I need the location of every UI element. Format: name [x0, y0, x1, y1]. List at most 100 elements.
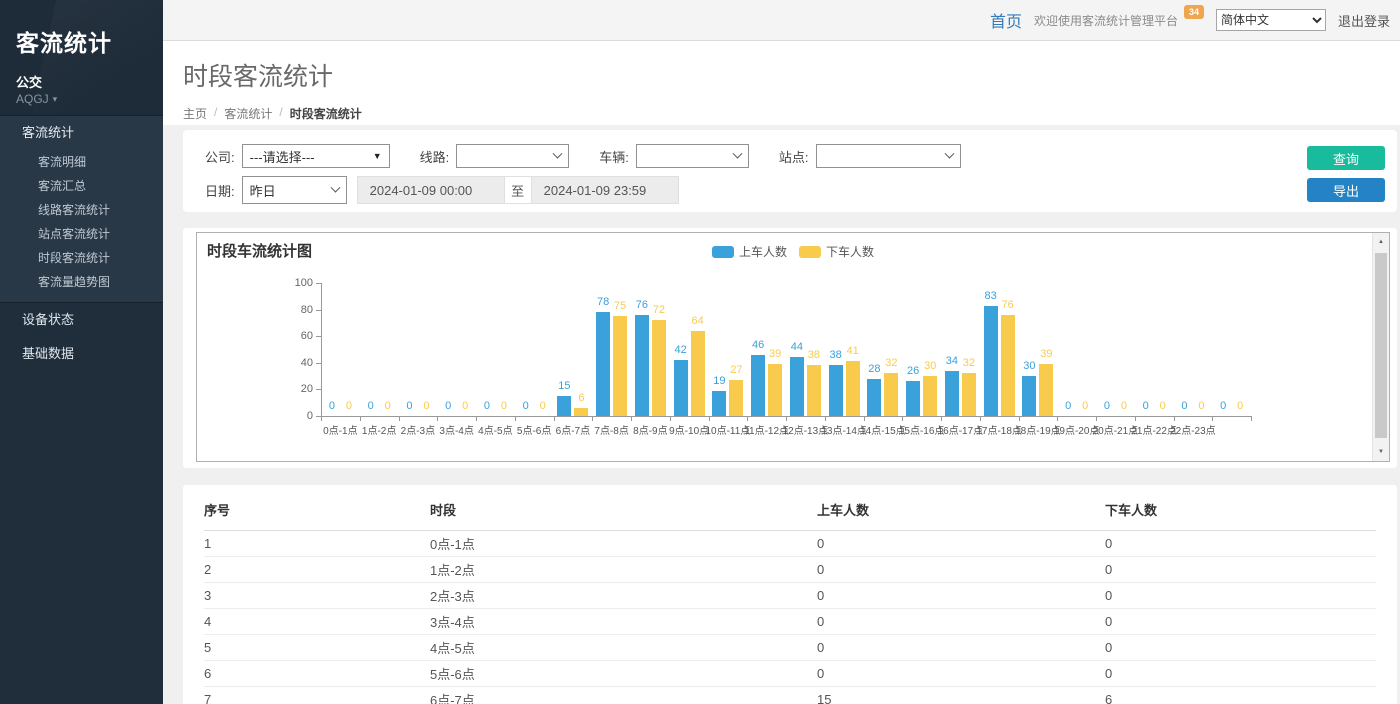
chart-bar[interactable]	[751, 355, 765, 416]
y-axis-tick	[316, 336, 321, 337]
x-axis-label: 4点-5点	[478, 422, 512, 437]
x-axis-tick	[709, 416, 710, 421]
y-axis-label: 40	[283, 357, 313, 369]
chart-bar[interactable]	[652, 320, 666, 416]
table-row[interactable]: 32点-3点00	[204, 583, 1376, 609]
table-row[interactable]: 21点-2点00	[204, 557, 1376, 583]
y-axis-label: 0	[283, 410, 313, 422]
chart-bar[interactable]	[923, 376, 937, 416]
vehicle-select[interactable]	[636, 144, 749, 168]
date-to-input[interactable]: 2024-01-09 23:59	[531, 176, 679, 204]
date-from-input[interactable]: 2024-01-09 00:00	[357, 176, 505, 204]
breadcrumb-passenger-stats[interactable]: 客流统计	[224, 105, 272, 122]
sidebar-subitem[interactable]: 客流明细	[0, 150, 163, 174]
chart-bar[interactable]	[790, 357, 804, 416]
table-cell: 0	[1105, 661, 1376, 687]
chart-bar[interactable]	[1039, 364, 1053, 416]
sidebar-subitem[interactable]: 客流汇总	[0, 174, 163, 198]
export-button[interactable]: 导出	[1307, 178, 1385, 202]
chart-container: 时段车流统计图 上车人数下车人数 020406080100000点-1点001点…	[196, 232, 1390, 462]
chart-bar[interactable]	[596, 312, 610, 416]
chart-bar[interactable]	[1022, 376, 1036, 416]
bar-value-label: 0	[346, 400, 352, 412]
sidebar-item-device-status[interactable]: 设备状态	[0, 303, 163, 337]
chart-bar[interactable]	[635, 315, 649, 416]
home-link[interactable]: 首页	[990, 8, 1022, 32]
table-cell: 2点-3点	[430, 583, 817, 609]
company-select[interactable]: ---请选择--- ▼	[242, 144, 390, 168]
bar-value-label: 0	[501, 400, 507, 412]
date-range-select[interactable]: 昨日	[242, 176, 347, 204]
bar-value-label: 32	[963, 357, 975, 369]
sidebar-item-passenger-stats[interactable]: 客流统计	[0, 116, 163, 150]
x-axis-tick	[1096, 416, 1097, 421]
sidebar-subitem[interactable]: 线路客流统计	[0, 198, 163, 222]
chart-bar[interactable]	[691, 331, 705, 416]
breadcrumb-home[interactable]: 主页	[183, 105, 207, 122]
language-select[interactable]: 简体中文	[1216, 9, 1326, 31]
chart-bar[interactable]	[557, 396, 571, 416]
scrollbar-thumb[interactable]	[1375, 253, 1387, 438]
scroll-up-icon[interactable]: ▲	[1373, 234, 1389, 250]
chart-bar[interactable]	[962, 373, 976, 416]
chart-bar[interactable]	[729, 380, 743, 416]
station-label: 站点:	[779, 147, 809, 166]
table-row[interactable]: 54点-5点00	[204, 635, 1376, 661]
chart-bar[interactable]	[884, 373, 898, 416]
table-cell: 4	[204, 609, 430, 635]
sidebar-item-base-data[interactable]: 基础数据	[0, 337, 163, 371]
table-cell: 6	[204, 661, 430, 687]
chart-scrollbar[interactable]: ▲ ▼	[1372, 233, 1389, 461]
table-cell: 0	[817, 557, 1105, 583]
chart-bar[interactable]	[945, 371, 959, 416]
chart-bar[interactable]	[867, 379, 881, 416]
sidebar-subitem[interactable]: 站点客流统计	[0, 222, 163, 246]
bar-value-label: 28	[868, 363, 880, 375]
x-axis-tick	[321, 416, 322, 421]
org-code-dropdown[interactable]: AQGJ ▾	[0, 92, 163, 106]
x-axis-label: 0点-1点	[323, 422, 357, 437]
chart-bar[interactable]	[712, 391, 726, 416]
chart-bar[interactable]	[1001, 315, 1015, 416]
x-axis-label: 3点-4点	[439, 422, 473, 437]
table-row[interactable]: 10点-1点00	[204, 531, 1376, 557]
station-select[interactable]	[816, 144, 961, 168]
table-row[interactable]: 43点-4点00	[204, 609, 1376, 635]
chart-bar[interactable]	[906, 381, 920, 416]
bar-value-label: 0	[1143, 400, 1149, 412]
query-button[interactable]: 查询	[1307, 146, 1385, 170]
table-header-cell: 序号	[204, 485, 430, 531]
company-select-value: ---请选择---	[250, 147, 315, 166]
logout-link[interactable]: 退出登录	[1338, 11, 1390, 30]
y-axis-tick	[316, 310, 321, 311]
chart-bar[interactable]	[613, 316, 627, 416]
notification-badge[interactable]: 34	[1184, 5, 1204, 19]
y-axis-tick	[316, 283, 321, 284]
chart-bar[interactable]	[829, 365, 843, 416]
bar-value-label: 76	[1002, 299, 1014, 311]
chart-bar[interactable]	[846, 361, 860, 416]
org-code-label: AQGJ	[16, 92, 49, 106]
line-select[interactable]	[456, 144, 569, 168]
table-cell: 0点-1点	[430, 531, 817, 557]
bar-value-label: 75	[614, 300, 626, 312]
bar-value-label: 39	[769, 348, 781, 360]
bar-value-label: 64	[692, 315, 704, 327]
x-axis-label: 1点-2点	[362, 422, 396, 437]
chart-bar[interactable]	[807, 365, 821, 416]
chart-bar[interactable]	[574, 408, 588, 416]
chart-bar[interactable]	[674, 360, 688, 416]
table-row[interactable]: 76点-7点156	[204, 687, 1376, 704]
table-cell: 0	[1105, 557, 1376, 583]
sidebar-subitem[interactable]: 客流量趋势图	[0, 270, 163, 294]
x-axis-label: 7点-8点	[594, 422, 628, 437]
bar-value-label: 72	[653, 304, 665, 316]
scroll-down-icon[interactable]: ▼	[1373, 444, 1389, 460]
bar-value-label: 0	[1082, 400, 1088, 412]
sidebar-subitem[interactable]: 时段客流统计	[0, 246, 163, 270]
chart-bar[interactable]	[768, 364, 782, 416]
table-row[interactable]: 65点-6点00	[204, 661, 1376, 687]
x-axis-tick	[1135, 416, 1136, 421]
table-cell: 3	[204, 583, 430, 609]
chart-bar[interactable]	[984, 306, 998, 416]
